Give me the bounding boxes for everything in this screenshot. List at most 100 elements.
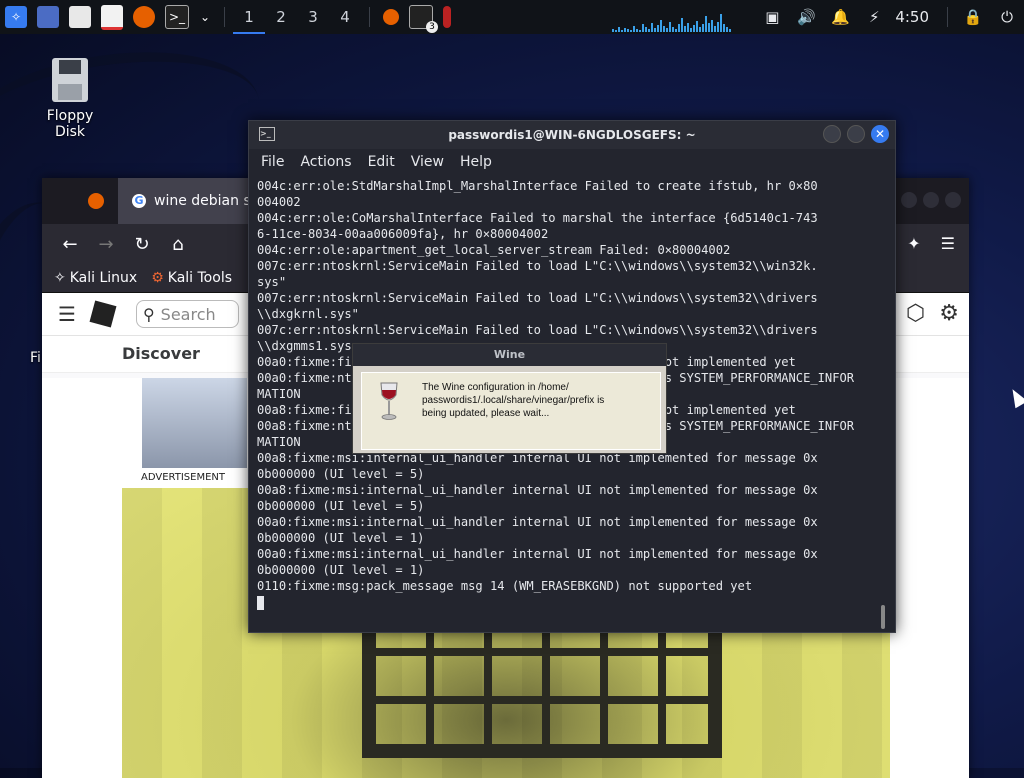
text-cursor [257,595,264,610]
bookmark-kali-tools[interactable]: Kali Tools [168,270,232,286]
menu-edit[interactable]: Edit [368,154,395,170]
terminal-task-icon[interactable]: 3 [409,5,438,33]
forward-arrow-icon[interactable]: → [88,234,124,255]
wine-dialog: Wine The Wine configuration in /home/ pa… [353,344,666,453]
terminal-line: 6-11ce-8034-00aa006009fa}, hr 0×80004002 [257,227,549,241]
close-button[interactable]: ✕ [871,125,889,143]
desktop-icon-floppy[interactable]: Floppy Disk [30,58,110,140]
google-icon: G [132,194,146,208]
floppy-disk-icon [52,58,88,102]
terminal-task-badge: 3 [426,21,438,33]
taskbar: ✧ >_ ⌄ 1 2 3 4 3 ▣ 🔊 🔔 ⚡ 4:50 🔒 ⏻ [0,0,1024,34]
tab-wine-debian[interactable]: G wine debian s [118,178,265,224]
window-switch-icon[interactable]: ▣ [762,7,782,27]
terminal-line: 004c:err:ole:StdMarshalImpl_MarshalInter… [257,179,818,193]
maximize-button[interactable] [923,192,939,208]
show-desktop-icon[interactable] [37,6,59,28]
menu-actions[interactable]: Actions [300,154,351,170]
robux-icon[interactable]: ⬡ [906,301,925,326]
terminal-line: 0b000000 (UI level = 5) [257,467,425,481]
terminal-line: 007c:err:ntoskrnl:ServiceMain Failed to … [257,323,818,337]
kali-tools-icon: ⚙ [151,270,164,286]
volume-icon[interactable]: 🔊 [796,7,816,27]
power-manager-icon[interactable]: ⚡ [864,7,884,27]
hamburger-menu-icon[interactable]: ☰ [58,302,76,326]
terminal-line: 007c:err:ntoskrnl:ServiceMain Failed to … [257,291,818,305]
firefox-menu-tab[interactable] [42,178,118,224]
workspace-1[interactable]: 1 [233,0,265,34]
terminal-titlebar[interactable]: >_ passwordis1@WIN-6NGDLOSGEFS: ~ ✕ [249,121,895,149]
search-placeholder: Search [160,304,216,324]
terminal-line: 00a0:fixme:msi:internal_ui_handler inter… [257,547,818,561]
terminal-scrollbar[interactable] [881,605,885,629]
network-graph [612,12,768,32]
terminal-line: sys" [257,275,287,289]
extensions-icon[interactable]: ✦ [907,234,920,253]
menu-view[interactable]: View [411,154,444,170]
roblox-logo-icon[interactable] [89,300,117,328]
nav-discover[interactable]: Discover [122,344,200,363]
firefox-icon[interactable] [133,6,155,28]
workspace-2[interactable]: 2 [265,0,297,34]
search-icon: ⚲ [142,304,155,324]
wine-glass-icon [380,382,398,420]
wine-dialog-title[interactable]: Wine [353,344,666,366]
terminal-prompt[interactable] [257,594,877,610]
terminal-line: 0b000000 (UI level = 5) [257,499,425,513]
chevron-down-icon[interactable]: ⌄ [199,6,211,28]
terminal-line: 0b000000 (UI level = 1) [257,563,425,577]
roblox-header-actions: ⬡ ⚙ [906,301,959,326]
terminal-line: \\dxgkrnl.sys" [257,307,359,321]
system-tray: ▣ 🔊 🔔 ⚡ 4:50 🔒 ⏻ [755,0,1024,34]
home-icon[interactable]: ⌂ [160,234,196,255]
wine-dialog-message: The Wine configuration in /home/ passwor… [422,382,605,419]
advertisement-image[interactable] [142,378,247,468]
terminal-line: 00a8:fixme:msi:internal_ui_handler inter… [257,483,818,497]
reload-icon[interactable]: ↻ [124,234,160,255]
workspace-3[interactable]: 3 [297,0,329,34]
terminal-menubar: File Actions Edit View Help [249,149,895,175]
toolbar-right: ✦ ☰ [907,234,955,253]
menu-help[interactable]: Help [460,154,492,170]
workspace-4[interactable]: 4 [329,0,361,34]
terminal-line: 007c:err:ntoskrnl:ServiceMain Failed to … [257,259,818,273]
kali-dragon-icon: ✧ [54,270,66,286]
terminal-title: passwordis1@WIN-6NGDLOSGEFS: ~ [448,128,696,142]
lock-icon[interactable]: 🔒 [963,7,983,27]
taskbar-separator [947,7,948,27]
wine-dialog-body: The Wine configuration in /home/ passwor… [361,372,661,450]
text-editor-icon[interactable] [101,4,123,30]
terminal-line: 004002 [257,195,301,209]
menu-file[interactable]: File [261,154,284,170]
clock[interactable]: 4:50 [895,8,929,26]
close-button[interactable] [945,192,961,208]
file-manager-icon[interactable] [69,6,91,28]
minimize-button[interactable] [823,125,841,143]
kali-menu-icon[interactable]: ✧ [5,6,27,28]
bookmark-kali-linux[interactable]: Kali Linux [70,270,137,286]
wine-task-icon[interactable] [443,6,451,28]
desktop-icon-label: Floppy Disk [46,108,94,140]
taskbar-separator [224,7,225,27]
minimize-button[interactable] [901,192,917,208]
desktop-icon-label-partial[interactable]: Fi [30,350,41,366]
terminal-line: 0110:fixme:msg:pack_message msg 14 (WM_E… [257,579,753,593]
terminal-line: 00a0:fixme:msi:internal_ui_handler inter… [257,515,818,529]
advertisement-label: ADVERTISEMENT [141,472,226,483]
terminal-icon[interactable]: >_ [165,5,189,29]
firefox-window-controls [901,192,961,208]
back-arrow-icon[interactable]: ← [52,234,88,255]
logout-icon[interactable]: ⏻ [997,7,1017,27]
notification-bell-icon[interactable]: 🔔 [830,7,850,27]
terminal-line: 004c:err:ole:CoMarshalInterface Failed t… [257,211,818,225]
terminal-window-controls: ✕ [823,125,889,143]
firefox-task-icon[interactable] [383,9,399,25]
maximize-button[interactable] [847,125,865,143]
terminal-icon: >_ [259,127,275,141]
gear-icon[interactable]: ⚙ [939,301,959,326]
search-input[interactable]: ⚲ Search [135,300,239,328]
terminal-line: 0b000000 (UI level = 1) [257,531,425,545]
firefox-icon [88,193,104,209]
hamburger-menu-icon[interactable]: ☰ [941,234,955,253]
taskbar-separator [369,7,370,27]
